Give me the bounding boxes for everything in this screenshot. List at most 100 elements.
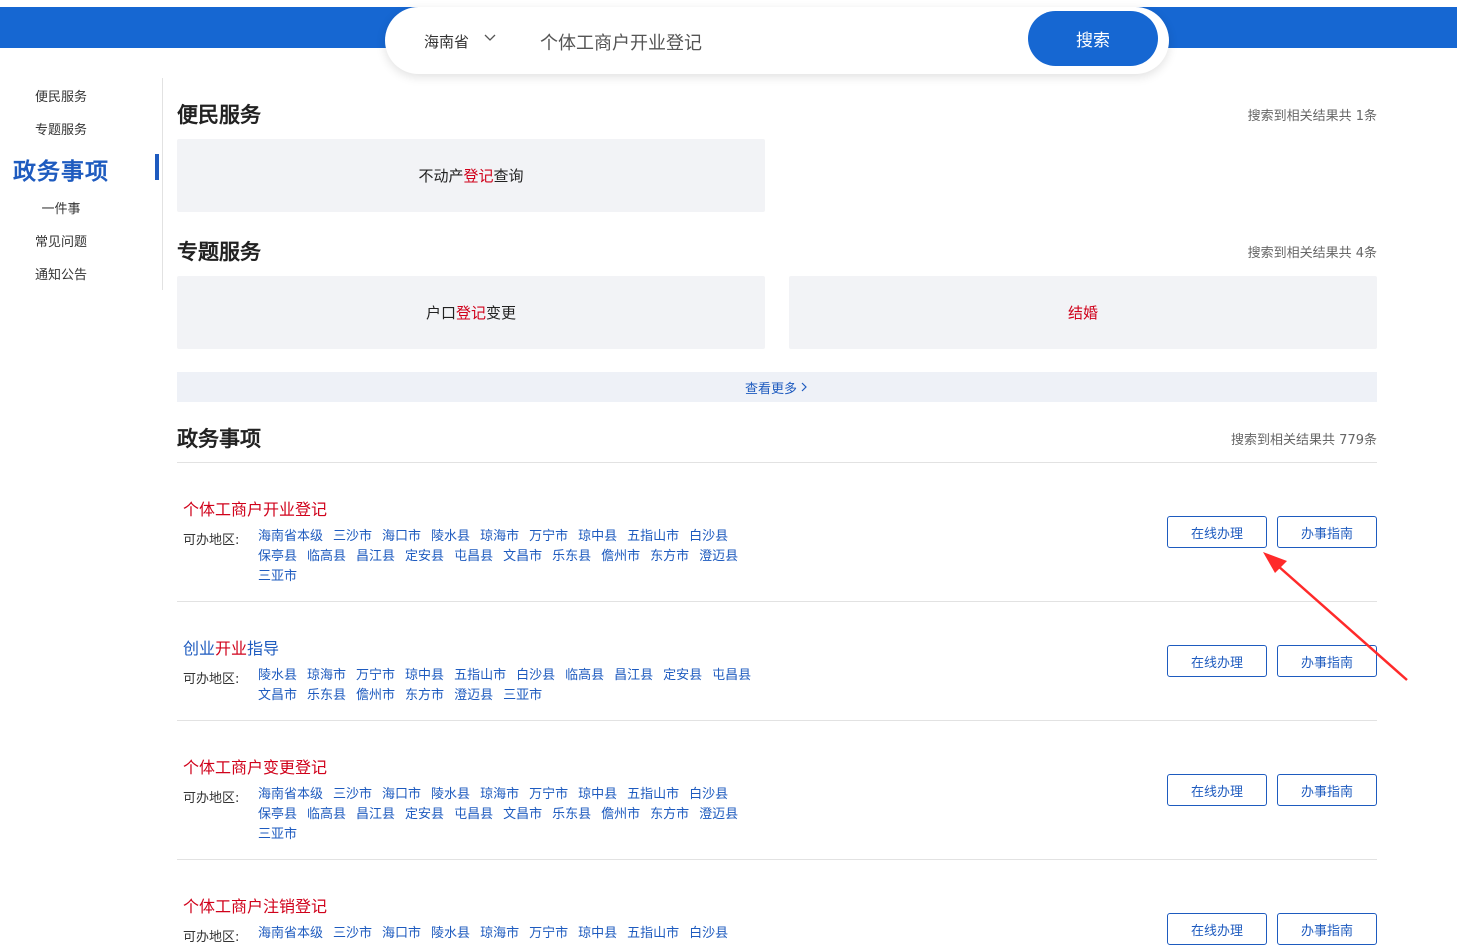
online-handle-button[interactable]: 在线办理	[1167, 516, 1267, 548]
region-link[interactable]: 海口市	[382, 926, 421, 941]
region-link[interactable]: 万宁市	[529, 529, 568, 544]
region-link[interactable]: 文昌市	[503, 807, 542, 822]
region-link[interactable]: 屯昌县	[712, 668, 751, 683]
region-link[interactable]: 临高县	[307, 807, 346, 822]
region-link[interactable]: 琼中县	[578, 787, 617, 802]
region-link[interactable]: 琼中县	[405, 668, 444, 683]
region-link[interactable]: 琼海市	[480, 529, 519, 544]
region-link[interactable]: 东方市	[650, 549, 689, 564]
affair-title-link[interactable]: 个体工商户注销登记	[183, 893, 327, 917]
region-link[interactable]: 琼海市	[480, 926, 519, 941]
province-select[interactable]: 海南省	[424, 31, 469, 52]
region-link[interactable]: 陵水县	[431, 529, 470, 544]
card-text-pre: 户口	[425, 304, 456, 322]
annotation-arrow-icon	[1263, 552, 1408, 681]
affair-title-link[interactable]: 个体工商户开业登记	[183, 496, 327, 520]
region-link[interactable]: 琼中县	[578, 926, 617, 941]
region-link[interactable]: 万宁市	[529, 787, 568, 802]
region-link[interactable]: 乐东县	[307, 688, 346, 703]
region-link[interactable]: 东方市	[650, 807, 689, 822]
affair-title-link[interactable]: 创业开业指导	[183, 635, 279, 659]
region-link[interactable]: 五指山市	[627, 529, 679, 544]
region-link[interactable]: 儋州市	[356, 688, 395, 703]
region-link[interactable]: 定安县	[405, 549, 444, 564]
region-link[interactable]: 定安县	[405, 807, 444, 822]
region-link[interactable]: 三亚市	[503, 688, 542, 703]
result-count-topic: 搜索到相关结果共 4条	[1247, 246, 1377, 261]
section-title-convenience: 便民服务	[177, 103, 261, 127]
region-link[interactable]: 五指山市	[627, 926, 679, 941]
region-link[interactable]: 海南省本级	[258, 787, 323, 802]
region-link[interactable]: 海口市	[382, 787, 421, 802]
region-link[interactable]: 东方市	[405, 688, 444, 703]
region-link[interactable]: 五指山市	[627, 787, 679, 802]
view-more-button[interactable]: 查看更多	[177, 372, 1377, 402]
card-text-highlight: 结婚	[1067, 304, 1098, 322]
region-link[interactable]: 屯昌县	[454, 807, 493, 822]
region-link[interactable]: 临高县	[307, 549, 346, 564]
region-link[interactable]: 万宁市	[529, 926, 568, 941]
region-link[interactable]: 文昌市	[503, 549, 542, 564]
sidebar-item-faq[interactable]: 常见问题	[0, 231, 122, 250]
region-link[interactable]: 屯昌县	[454, 549, 493, 564]
sidebar-item-notices[interactable]: 通知公告	[0, 264, 122, 283]
topic-card[interactable]: 结婚	[789, 276, 1377, 349]
search-input[interactable]: 个体工商户开业登记	[540, 29, 702, 55]
region-link[interactable]: 乐东县	[552, 807, 591, 822]
region-link[interactable]: 三沙市	[333, 926, 372, 941]
sidebar-item-convenience[interactable]: 便民服务	[0, 86, 122, 105]
region-list: 海南省本级 三沙市 海口市 陵水县 琼海市 万宁市 琼中县 五指山市 白沙县	[258, 924, 778, 944]
region-link[interactable]: 琼海市	[480, 787, 519, 802]
region-link[interactable]: 乐东县	[552, 549, 591, 564]
sidebar-active-indicator	[155, 154, 159, 180]
guide-button[interactable]: 办事指南	[1277, 516, 1377, 548]
region-link[interactable]: 琼中县	[578, 529, 617, 544]
affair-title-link[interactable]: 个体工商户变更登记	[183, 754, 327, 778]
region-link[interactable]: 陵水县	[258, 668, 297, 683]
card-text-pre: 不动产	[418, 167, 464, 185]
region-link[interactable]: 文昌市	[258, 688, 297, 703]
region-link[interactable]: 昌江县	[356, 549, 395, 564]
region-link[interactable]: 海口市	[382, 529, 421, 544]
region-link[interactable]: 三沙市	[333, 787, 372, 802]
chevron-down-icon[interactable]	[483, 30, 497, 44]
online-handle-button[interactable]: 在线办理	[1167, 774, 1267, 806]
region-link[interactable]: 澄迈县	[454, 688, 493, 703]
topic-card[interactable]: 户口 登记 变更	[177, 276, 765, 349]
region-link[interactable]: 澄迈县	[699, 549, 738, 564]
sidebar-item-affairs[interactable]: 政务事项	[0, 152, 122, 186]
card-text-post: 变更	[486, 304, 517, 322]
service-card[interactable]: 不动产 登记 查询	[177, 139, 765, 212]
region-link[interactable]: 三亚市	[258, 827, 297, 842]
region-link[interactable]: 海南省本级	[258, 926, 323, 941]
region-link[interactable]: 澄迈县	[699, 807, 738, 822]
region-link[interactable]: 三亚市	[258, 569, 297, 584]
region-link[interactable]: 万宁市	[356, 668, 395, 683]
online-handle-button[interactable]: 在线办理	[1167, 913, 1267, 945]
region-link[interactable]: 保亭县	[258, 549, 297, 564]
guide-button[interactable]: 办事指南	[1277, 774, 1377, 806]
search-button[interactable]: 搜索	[1028, 11, 1158, 66]
region-link[interactable]: 琼海市	[307, 668, 346, 683]
guide-button[interactable]: 办事指南	[1277, 913, 1377, 945]
region-link[interactable]: 昌江县	[614, 668, 653, 683]
region-link[interactable]: 海南省本级	[258, 529, 323, 544]
region-label: 可办地区:	[183, 533, 240, 548]
online-handle-button[interactable]: 在线办理	[1167, 645, 1267, 677]
sidebar-item-one-thing[interactable]: 一件事	[0, 198, 122, 217]
region-link[interactable]: 白沙县	[689, 787, 728, 802]
region-link[interactable]: 陵水县	[431, 787, 470, 802]
region-link[interactable]: 昌江县	[356, 807, 395, 822]
region-link[interactable]: 白沙县	[689, 529, 728, 544]
region-link[interactable]: 三沙市	[333, 529, 372, 544]
region-link[interactable]: 白沙县	[689, 926, 728, 941]
region-link[interactable]: 儋州市	[601, 807, 640, 822]
region-link[interactable]: 保亭县	[258, 807, 297, 822]
region-link[interactable]: 陵水县	[431, 926, 470, 941]
sidebar-item-topic[interactable]: 专题服务	[0, 119, 122, 138]
region-link[interactable]: 定安县	[663, 668, 702, 683]
region-link[interactable]: 临高县	[565, 668, 604, 683]
region-link[interactable]: 白沙县	[516, 668, 555, 683]
region-link[interactable]: 五指山市	[454, 668, 506, 683]
region-link[interactable]: 儋州市	[601, 549, 640, 564]
